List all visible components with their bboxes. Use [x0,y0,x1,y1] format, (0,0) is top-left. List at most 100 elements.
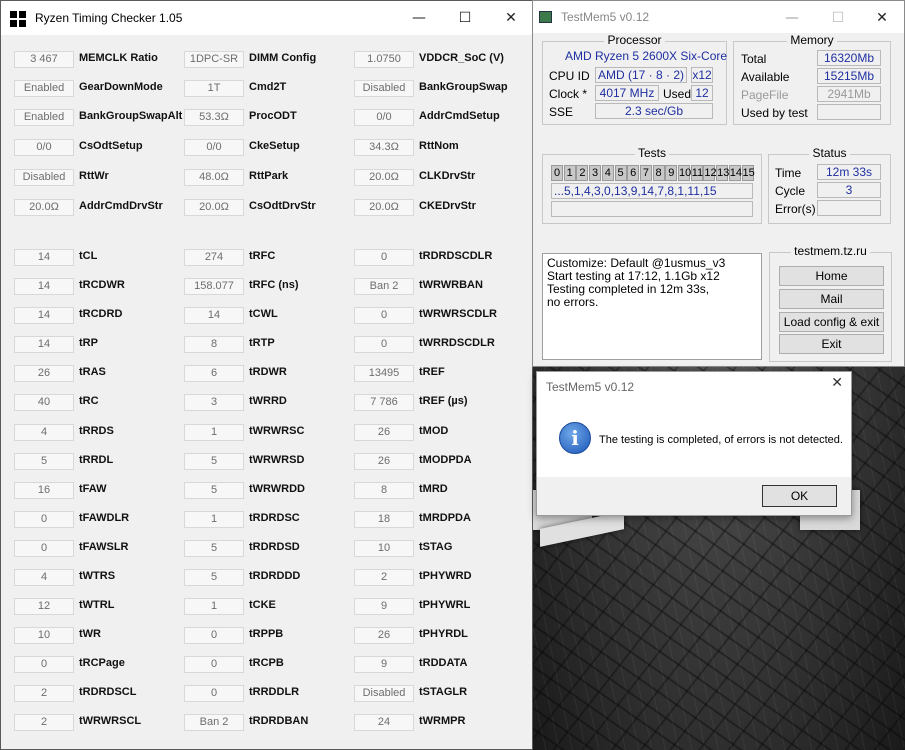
timing-label: tWRRDSCDLR [419,337,495,349]
timing-value[interactable]: 26 [14,365,74,382]
timing-value[interactable]: 5 [184,453,244,470]
dialog-message: The testing is completed, of errors is n… [599,434,843,446]
ok-button[interactable]: OK [762,485,837,507]
timing-value[interactable]: 6 [184,365,244,382]
timing-value[interactable]: 1 [184,424,244,441]
timing-value[interactable]: 12 [14,598,74,615]
timing-value[interactable]: 1 [184,511,244,528]
timing-value[interactable]: 1 [184,598,244,615]
timing-value[interactable]: 5 [184,569,244,586]
timing-label: tRCDWR [79,279,125,291]
timing-label: tRRDS [79,425,114,437]
tm-close-button[interactable]: ✕ [859,1,905,35]
close-button[interactable]: ✕ [488,1,534,35]
timing-value[interactable]: 9 [354,656,414,673]
timing-value[interactable]: 0/0 [354,109,414,126]
timing-value[interactable]: 20.0Ω [354,169,414,186]
timing-value[interactable]: Disabled [354,685,414,702]
timing-value[interactable]: 14 [14,249,74,266]
timing-value[interactable]: 26 [354,424,414,441]
timing-value[interactable]: 1.0750 [354,51,414,68]
timing-value[interactable]: 9 [354,598,414,615]
test-number-cell: 10 [678,165,692,181]
timing-value[interactable]: 1T [184,80,244,97]
timing-value[interactable]: Ban 2 [184,714,244,731]
timing-value[interactable]: 16 [14,482,74,499]
timing-label: tRP [79,337,98,349]
dialog-title: TestMem5 v0.12 [546,380,635,394]
timing-value[interactable]: 14 [184,307,244,324]
mail-button[interactable]: Mail [779,289,884,309]
timing-value[interactable]: 0/0 [14,139,74,156]
timing-value[interactable]: 34.3Ω [354,139,414,156]
timing-value[interactable]: 8 [184,336,244,353]
maximize-button[interactable]: ☐ [442,1,488,35]
minimize-button[interactable]: — [396,1,442,35]
load-config-exit-button[interactable]: Load config & exit [779,312,884,332]
timing-value[interactable]: 10 [354,540,414,557]
timing-value[interactable]: 24 [354,714,414,731]
timing-value[interactable]: 13495 [354,365,414,382]
timing-value[interactable]: 0 [14,540,74,557]
home-button[interactable]: Home [779,266,884,286]
timing-value[interactable]: 4 [14,569,74,586]
timing-value[interactable]: 53.3Ω [184,109,244,126]
timing-value[interactable]: 0 [184,656,244,673]
timing-value[interactable]: 5 [184,482,244,499]
timing-value[interactable]: 1DPC-SR [184,51,244,68]
timing-value[interactable]: Ban 2 [354,278,414,295]
total-value: 16320Mb [817,50,881,66]
timing-value[interactable]: 0 [354,249,414,266]
timing-value[interactable]: Disabled [354,80,414,97]
timing-value[interactable]: 3 467 [14,51,74,68]
timing-value[interactable]: 14 [14,278,74,295]
dialog-close-icon[interactable]: ✕ [831,375,843,391]
timing-value[interactable]: 8 [354,482,414,499]
timing-value[interactable]: Disabled [14,169,74,186]
timing-value[interactable]: 5 [184,540,244,557]
timing-value[interactable]: 2 [14,714,74,731]
timing-value[interactable]: 2 [14,685,74,702]
tm-minimize-button[interactable]: — [769,1,815,35]
timing-value[interactable]: 0 [184,627,244,644]
minimize-icon: — [785,10,799,26]
timing-value[interactable]: 26 [354,627,414,644]
timing-value[interactable]: 20.0Ω [354,199,414,216]
timing-label: AddrCmdDrvStr [79,200,163,212]
tm-titlebar[interactable]: TestMem5 v0.12 — ☐ ✕ [533,1,904,33]
timing-value[interactable]: 0 [354,336,414,353]
timing-value[interactable]: 40 [14,394,74,411]
timing-value[interactable]: 158.077 [184,278,244,295]
timing-value[interactable]: 0/0 [184,139,244,156]
log-output[interactable]: Customize: Default @1usmus_v3 Start test… [542,253,762,360]
timing-value[interactable]: 7 786 [354,394,414,411]
timing-value[interactable]: 4 [14,424,74,441]
timing-label: tRDDATA [419,657,468,669]
test-progress [551,201,753,217]
timing-value[interactable]: 18 [354,511,414,528]
timing-value[interactable]: 48.0Ω [184,169,244,186]
exit-button[interactable]: Exit [779,334,884,354]
timing-value[interactable]: 0 [354,307,414,324]
timing-label: tREF (µs) [419,395,468,407]
pagefile-label: PageFile [741,88,789,102]
timing-value[interactable]: 0 [14,511,74,528]
timing-value[interactable]: 3 [184,394,244,411]
timing-value[interactable]: 20.0Ω [184,199,244,216]
timing-label: tCL [79,250,98,262]
timing-value[interactable]: 0 [184,685,244,702]
timing-value[interactable]: 20.0Ω [14,199,74,216]
timing-value[interactable]: Enabled [14,80,74,97]
timing-value[interactable]: 10 [14,627,74,644]
timing-value[interactable]: 14 [14,336,74,353]
timing-value[interactable]: 14 [14,307,74,324]
timing-value[interactable]: 0 [14,656,74,673]
rtc-titlebar[interactable]: Ryzen Timing Checker 1.05 — ☐ ✕ [1,1,532,35]
timing-value[interactable]: Enabled [14,109,74,126]
tm-maximize-button[interactable]: ☐ [815,1,861,35]
timing-value[interactable]: 274 [184,249,244,266]
test-number-cell: 3 [589,165,602,181]
timing-value[interactable]: 2 [354,569,414,586]
timing-value[interactable]: 5 [14,453,74,470]
timing-value[interactable]: 26 [354,453,414,470]
